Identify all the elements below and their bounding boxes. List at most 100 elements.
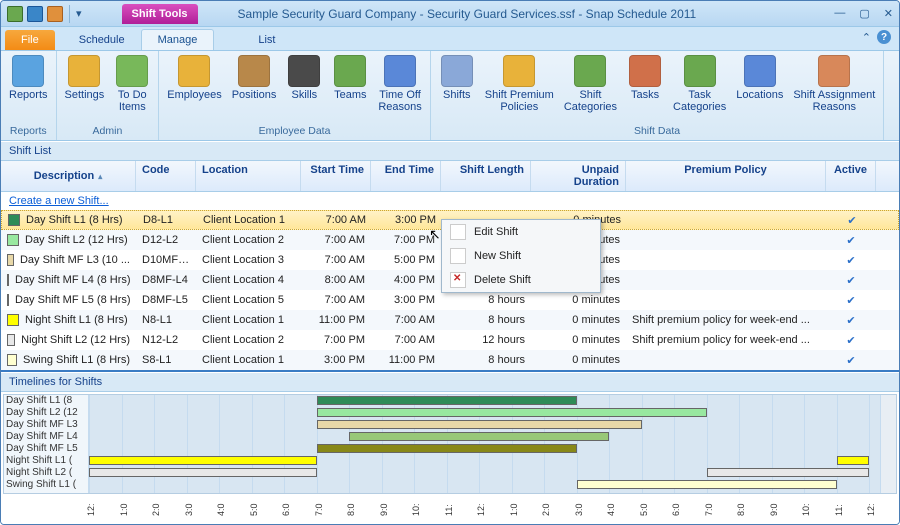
tab-schedule[interactable]: Schedule — [63, 30, 141, 50]
qa-dropdown-icon[interactable]: ▾ — [76, 7, 82, 20]
timeline-label: Day Shift MF L4 — [4, 431, 88, 443]
ribbon-button[interactable]: Settings — [61, 53, 109, 103]
tab-file[interactable]: File — [5, 30, 55, 50]
timeline-bar[interactable] — [89, 456, 317, 465]
table-row[interactable]: Night Shift L1 (8 Hrs)N8-L1Client Locati… — [1, 310, 899, 330]
axis-tick: 5:0 — [639, 496, 672, 524]
axis-tick: 9:0 — [379, 496, 412, 524]
axis-tick: 7:0 — [704, 496, 737, 524]
table-row[interactable]: Day Shift MF L5 (8 Hrs)D8MF-L5Client Loc… — [1, 290, 899, 310]
timeline-bar[interactable] — [317, 396, 577, 405]
col-end-time[interactable]: End Time — [371, 161, 441, 191]
ribbon-icon — [178, 55, 210, 87]
ribbon-icon — [116, 55, 148, 87]
timeline-bar[interactable] — [707, 468, 870, 477]
axis-tick: 12: — [86, 496, 119, 524]
ribbon-group: ReportsReports — [1, 51, 57, 140]
axis-tick: 10: — [801, 496, 834, 524]
ribbon-button[interactable]: Tasks — [623, 53, 667, 103]
timeline-labels: Day Shift L1 (8Day Shift L2 (12 Day Shift… — [4, 395, 89, 493]
ribbon-button[interactable]: Shifts — [435, 53, 479, 103]
tab-manage[interactable]: Manage — [141, 29, 215, 50]
ribbon-button[interactable]: Teams — [328, 53, 372, 103]
ribbon-button[interactable]: Skills — [282, 53, 326, 103]
close-button[interactable]: ✕ — [884, 7, 893, 20]
shift-list-header: Shift List — [1, 141, 899, 161]
ribbon-group: SettingsTo Do ItemsAdmin — [57, 51, 160, 140]
qa-icon-1[interactable] — [7, 6, 23, 22]
tab-list[interactable]: List — [242, 30, 291, 50]
qa-icon-3[interactable] — [47, 6, 63, 22]
timeline-label: Day Shift L2 (12 — [4, 407, 88, 419]
col-shift-length[interactable]: Shift Length — [441, 161, 531, 191]
ribbon-button[interactable]: Shift Assignment Reasons — [789, 53, 879, 115]
timeline-bar[interactable] — [317, 408, 707, 417]
ribbon-label: Positions — [232, 89, 277, 101]
timeline-bar[interactable] — [89, 468, 317, 477]
ribbon-icon — [238, 55, 270, 87]
timeline-label: Day Shift L1 (8 — [4, 395, 88, 407]
active-check-icon: ✔ — [826, 332, 876, 349]
qa-icon-2[interactable] — [27, 6, 43, 22]
minimize-button[interactable]: — — [834, 7, 845, 20]
axis-tick: 11: — [834, 496, 867, 524]
active-check-icon: ✔ — [826, 292, 876, 309]
color-swatch — [7, 314, 19, 326]
axis-tick: 9:0 — [769, 496, 802, 524]
contextual-tab-shift-tools[interactable]: Shift Tools — [122, 4, 198, 24]
axis-tick: 3:0 — [574, 496, 607, 524]
ribbon-label: Shift Assignment Reasons — [793, 89, 875, 113]
menu-item-new-shift[interactable]: New Shift — [442, 244, 600, 268]
create-new-shift-link[interactable]: Create a new Shift... — [1, 192, 899, 210]
table-row[interactable]: Night Shift L2 (12 Hrs)N12-L2Client Loca… — [1, 330, 899, 350]
col-code[interactable]: Code — [136, 161, 196, 191]
ribbon-label: Shift Categories — [564, 89, 617, 113]
col-location[interactable]: Location — [196, 161, 301, 191]
ribbon-button[interactable]: Task Categories — [669, 53, 730, 115]
axis-tick: 5:0 — [249, 496, 282, 524]
col-description[interactable]: Description — [1, 161, 136, 191]
ribbon-label: Employees — [167, 89, 221, 101]
ribbon-label: To Do Items — [118, 89, 147, 113]
edit-shift-icon — [450, 224, 466, 240]
table-row[interactable]: Swing Shift L1 (8 Hrs)S8-L1Client Locati… — [1, 350, 899, 370]
ribbon-icon — [384, 55, 416, 87]
ribbon-button[interactable]: Time Off Reasons — [374, 53, 425, 115]
timeline-label: Swing Shift L1 ( — [4, 479, 88, 491]
timeline-bar[interactable] — [317, 420, 642, 429]
ribbon-button[interactable]: Positions — [228, 53, 281, 103]
axis-tick: 12: — [866, 496, 899, 524]
color-swatch — [7, 354, 17, 366]
timeline-bar[interactable] — [349, 432, 609, 441]
menu-item-edit-shift[interactable]: Edit Shift — [442, 220, 600, 244]
ribbon-button[interactable]: Locations — [732, 53, 787, 103]
window-title: Sample Security Guard Company - Security… — [238, 7, 697, 21]
ribbon-button[interactable]: Shift Categories — [560, 53, 621, 115]
vertical-scrollbar[interactable] — [880, 395, 896, 493]
timeline-bar[interactable] — [837, 456, 870, 465]
ribbon-button[interactable]: Employees — [163, 53, 225, 103]
axis-tick: 12: — [476, 496, 509, 524]
col-active[interactable]: Active — [826, 161, 876, 191]
color-swatch — [7, 254, 14, 266]
timeline-chart[interactable] — [89, 395, 880, 493]
ribbon-group-label: Employee Data — [163, 124, 425, 138]
context-menu: Edit ShiftNew ShiftDelete Shift — [441, 219, 601, 293]
timeline-label: Night Shift L1 ( — [4, 455, 88, 467]
menu-item-delete-shift[interactable]: Delete Shift — [442, 268, 600, 292]
col-unpaid-duration[interactable]: Unpaid Duration — [531, 161, 626, 191]
ribbon-collapse-icon[interactable]: ⌃ — [862, 31, 871, 44]
ribbon-button[interactable]: Shift Premium Policies — [481, 53, 558, 115]
col-premium-policy[interactable]: Premium Policy — [626, 161, 826, 191]
help-icon[interactable]: ? — [877, 30, 891, 44]
maximize-button[interactable]: ▢ — [859, 7, 869, 20]
new-shift-icon — [450, 248, 466, 264]
ribbon-label: Tasks — [631, 89, 659, 101]
col-start-time[interactable]: Start Time — [301, 161, 371, 191]
ribbon-button[interactable]: To Do Items — [110, 53, 154, 115]
timeline-axis: 12:1:02:03:04:05:06:07:08:09:010:11:12:1… — [1, 496, 899, 524]
timeline-bar[interactable] — [577, 480, 837, 489]
timeline-bar[interactable] — [317, 444, 577, 453]
ribbon-button[interactable]: Reports — [5, 53, 52, 103]
ribbon-group-label: Shift Data — [435, 124, 880, 138]
